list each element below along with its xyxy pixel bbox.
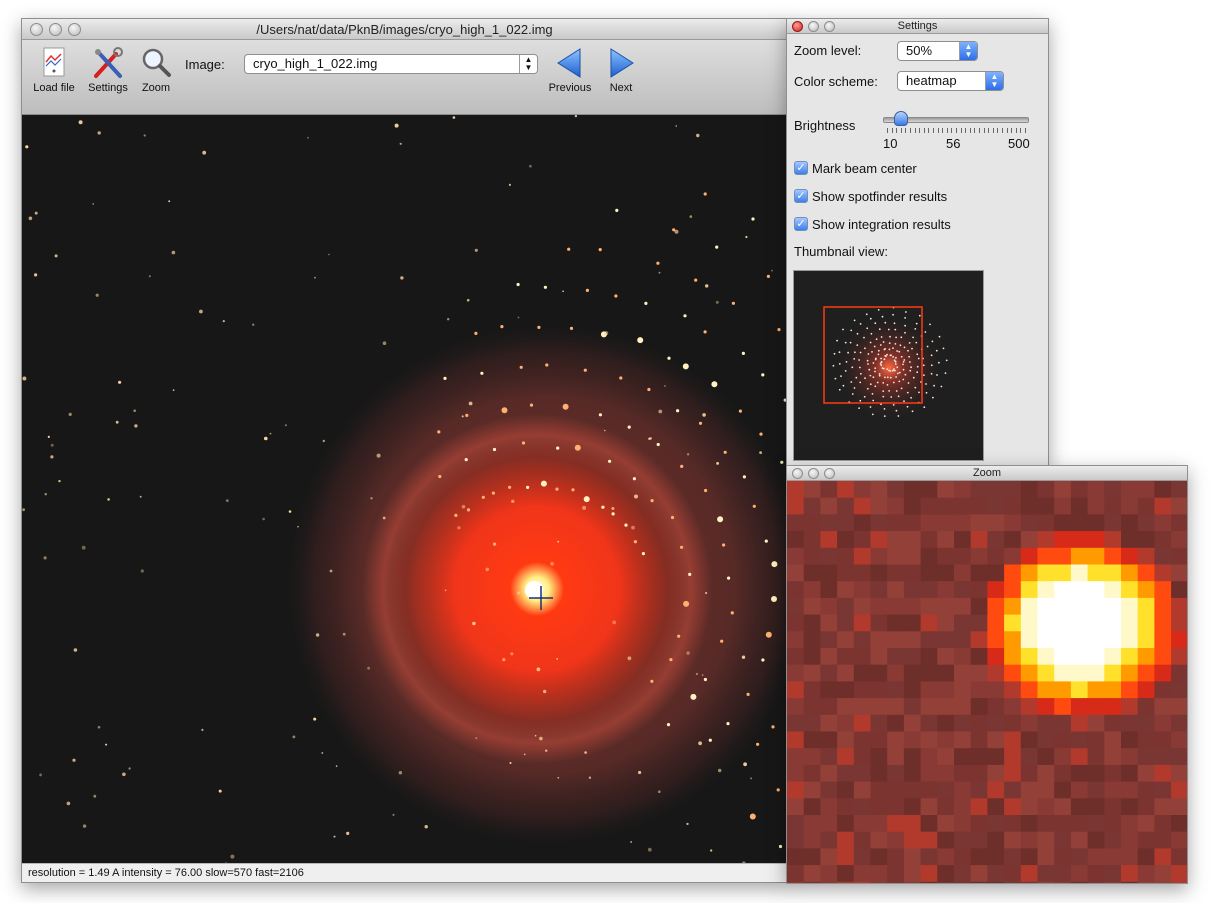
image-label: Image:: [185, 57, 225, 72]
previous-button[interactable]: Previous: [549, 46, 591, 94]
checkbox-row[interactable]: ✓ Show integration results: [794, 216, 1034, 234]
mark-beam-center-label: Mark beam center: [812, 161, 917, 176]
magnifier-icon: [142, 48, 171, 77]
arrow-right-icon: [610, 48, 634, 78]
select-arrows-icon: ▲ ▼: [959, 42, 977, 60]
zoom-level-label: Zoom level:: [794, 43, 862, 58]
settings-button[interactable]: Settings: [88, 46, 128, 94]
show-integration-checkbox[interactable]: ✓: [794, 217, 808, 231]
document-chart-icon: [43, 47, 65, 77]
zoom-title: Zoom: [972, 467, 1002, 479]
settings-window: Settings Zoom level: 50% ▲ ▼ Color scheme…: [786, 18, 1049, 467]
zoom-level-select[interactable]: 50% ▲ ▼: [897, 41, 978, 61]
image-select[interactable]: cryo_high_1_022.img ▲ ▼: [244, 54, 538, 74]
load-file-button[interactable]: Load file: [33, 46, 75, 94]
previous-label: Previous: [548, 82, 592, 94]
zoom-label: Zoom: [141, 82, 171, 94]
brightness-max-label: 500: [1008, 136, 1030, 151]
toolbar: Load file Settings Zoom Image: cryo_high…: [22, 40, 787, 115]
load-file-label: Load file: [33, 82, 75, 94]
brightness-label: Brightness: [794, 118, 856, 133]
slider-thumb[interactable]: [894, 111, 909, 126]
next-label: Next: [609, 82, 633, 94]
thumbnail-view[interactable]: [793, 270, 984, 461]
zoom-window: Zoom: [786, 465, 1188, 884]
show-integration-label: Show integration results: [812, 217, 951, 232]
mark-beam-center-checkbox[interactable]: ✓: [794, 161, 808, 175]
thumbnail-label: Thumbnail view:: [794, 244, 888, 259]
next-button[interactable]: Next: [603, 46, 639, 94]
settings-title: Settings: [897, 20, 938, 32]
main-titlebar: /Users/nat/data/PknB/images/cryo_high_1_…: [22, 19, 787, 40]
show-spotfinder-label: Show spotfinder results: [812, 189, 948, 204]
diffraction-image[interactable]: [22, 115, 787, 882]
zoomed-pixels: [787, 481, 1187, 883]
diffraction-pattern: [22, 115, 787, 882]
brightness-min-label: 10: [883, 136, 898, 151]
slider-ticks: [883, 128, 1029, 134]
show-spotfinder-checkbox[interactable]: ✓: [794, 189, 808, 203]
window-title: /Users/nat/data/PknB/images/cryo_high_1_…: [256, 22, 553, 37]
tools-icon: [94, 47, 123, 78]
zoom-level-value: 50%: [906, 43, 933, 58]
settings-titlebar: Settings: [787, 19, 1048, 34]
thumbnail-image: [794, 271, 983, 460]
color-scheme-label: Color scheme:: [794, 74, 878, 89]
select-arrows-icon: ▲ ▼: [985, 72, 1003, 90]
status-bar: resolution = 1.49 A intensity = 76.00 sl…: [22, 863, 787, 882]
zoom-tool-button[interactable]: Zoom: [138, 46, 174, 94]
image-select-value: cryo_high_1_022.img: [253, 56, 378, 71]
checkbox-row[interactable]: ✓ Mark beam center: [794, 160, 1034, 178]
brightness-mid-label: 56: [946, 136, 961, 151]
main-window: /Users/nat/data/PknB/images/cryo_high_1_…: [21, 18, 788, 883]
color-scheme-select[interactable]: heatmap ▲ ▼: [897, 71, 1004, 91]
checkbox-row[interactable]: ✓ Show spotfinder results: [794, 188, 1034, 206]
select-arrows-icon: ▲ ▼: [519, 55, 537, 73]
color-scheme-value: heatmap: [906, 73, 957, 88]
zoom-view[interactable]: [787, 481, 1187, 883]
arrow-left-icon: [557, 48, 581, 78]
zoom-titlebar: Zoom: [787, 466, 1187, 481]
